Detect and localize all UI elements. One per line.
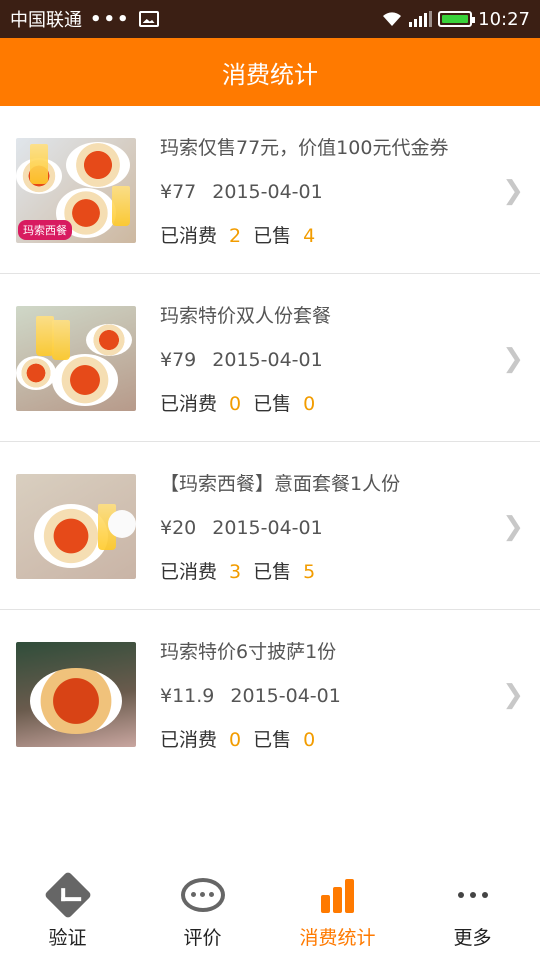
list-item[interactable]: 玛索特价双人份套餐 ¥79 2015-04-01 已消费 0 已售 0 ❯ (0, 274, 540, 442)
chat-bubble-icon (180, 877, 225, 912)
bottom-tab-bar: 验证 评价 消费统计 更多 (0, 864, 540, 960)
sold-count: 0 (303, 729, 316, 751)
consumed-label: 已消费 (160, 729, 218, 751)
deal-thumbnail (16, 474, 136, 579)
check-diamond-icon (43, 870, 92, 919)
sold-label: 已售 (253, 561, 292, 583)
consumed-label: 已消费 (160, 225, 218, 247)
deal-price: ¥79 (160, 349, 197, 371)
list-item[interactable]: 【玛索西餐】意面套餐1人份 ¥20 2015-04-01 已消费 3 已售 5 … (0, 442, 540, 610)
deal-date: 2015-04-01 (212, 517, 323, 539)
sold-count: 4 (303, 225, 316, 247)
brand-badge: 玛索西餐 (18, 220, 72, 240)
more-dots-icon (457, 891, 488, 898)
clock: 10:27 (478, 8, 530, 30)
chevron-right-icon: ❯ (502, 344, 524, 374)
chevron-right-icon: ❯ (502, 176, 524, 206)
tab-label: 消费统计 (299, 926, 376, 949)
deal-title: 【玛索西餐】意面套餐1人份 (160, 473, 401, 495)
tab-label: 更多 (453, 926, 492, 949)
sold-count: 0 (303, 393, 316, 415)
deal-title: 玛索特价双人份套餐 (160, 305, 332, 327)
deal-date: 2015-04-01 (212, 181, 323, 203)
consumed-count: 0 (229, 393, 242, 415)
chevron-right-icon: ❯ (502, 512, 524, 542)
wifi-icon (383, 12, 402, 26)
consumed-count: 0 (229, 729, 242, 751)
sold-label: 已售 (253, 729, 292, 751)
list-item[interactable]: 玛索西餐 玛索仅售77元，价值100元代金券 ¥77 2015-04-01 已消… (0, 106, 540, 274)
status-bar: 中国联通 ••• 10:27 (0, 0, 540, 38)
sold-count: 5 (303, 561, 316, 583)
deal-price: ¥11.9 (160, 685, 215, 707)
consumed-label: 已消费 (160, 393, 218, 415)
deal-date: 2015-04-01 (212, 349, 323, 371)
tab-review[interactable]: 评价 (135, 864, 270, 960)
list-item[interactable]: 玛索特价6寸披萨1份 ¥11.9 2015-04-01 已消费 0 已售 0 ❯ (0, 610, 540, 778)
deal-date: 2015-04-01 (230, 685, 341, 707)
sold-label: 已售 (253, 225, 292, 247)
battery-icon (438, 11, 476, 27)
tab-label: 评价 (183, 926, 222, 949)
deal-title: 玛索仅售77元，价值100元代金券 (160, 137, 449, 159)
consumed-label: 已消费 (160, 561, 218, 583)
deal-thumbnail (16, 306, 136, 411)
deal-price: ¥20 (160, 517, 197, 539)
tab-more[interactable]: 更多 (405, 864, 540, 960)
deal-list: 玛索西餐 玛索仅售77元，价值100元代金券 ¥77 2015-04-01 已消… (0, 106, 540, 778)
deal-thumbnail: 玛索西餐 (16, 138, 136, 243)
bar-chart-icon (321, 877, 354, 913)
carrier-name: 中国联通 (10, 10, 82, 31)
page-title: 消费统计 (222, 60, 318, 89)
notification-dots: ••• (90, 8, 131, 30)
deal-thumbnail (16, 642, 136, 747)
sold-label: 已售 (253, 393, 292, 415)
consumed-count: 3 (229, 561, 242, 583)
chevron-right-icon: ❯ (502, 680, 524, 710)
signal-icon (409, 11, 433, 27)
image-notification-icon (138, 11, 159, 27)
tab-label: 验证 (48, 926, 87, 949)
deal-price: ¥77 (160, 181, 197, 203)
consumed-count: 2 (229, 225, 242, 247)
tab-verify[interactable]: 验证 (0, 864, 135, 960)
tab-consumption-stats[interactable]: 消费统计 (270, 864, 405, 960)
page-header: 消费统计 (0, 38, 540, 106)
deal-title: 玛索特价6寸披萨1份 (160, 641, 337, 663)
